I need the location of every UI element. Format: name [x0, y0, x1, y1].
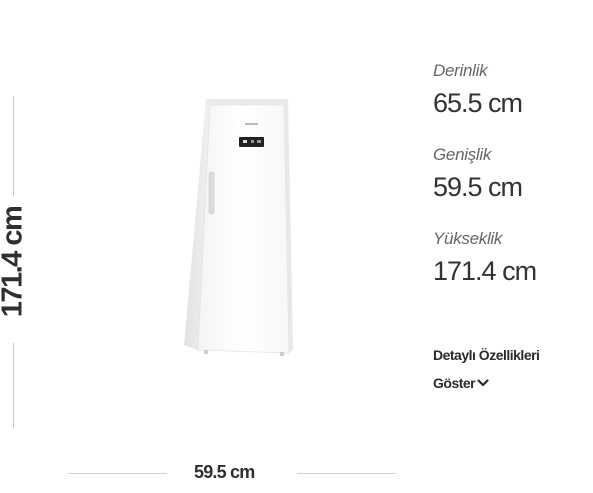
- specs-list: Derinlik 65.5 cm Genişlik 59.5 cm Yüksek…: [433, 60, 593, 312]
- spec-label-height: Yükseklik: [433, 229, 503, 248]
- height-dimension-line-top: [13, 96, 14, 196]
- height-dimension-label: 171.4 cm: [0, 206, 29, 318]
- height-dimension-line-bottom: [13, 343, 14, 428]
- freezer-appliance-icon: [184, 99, 293, 356]
- chevron-down-icon: [477, 379, 489, 387]
- spec-label-depth: Derinlik: [433, 61, 488, 80]
- show-details-line1: Detaylı Özellikleri: [433, 347, 540, 363]
- width-dimension-line-right: [297, 473, 396, 474]
- width-dimension-line-left: [68, 473, 167, 474]
- show-details-label: Göster: [433, 375, 476, 391]
- product-image: [176, 97, 298, 359]
- width-dimension-label: 59.5 cm: [194, 462, 255, 482]
- show-details-line2: Göster: [433, 369, 593, 397]
- show-details-link[interactable]: Detaylı Özellikleri Göster: [433, 341, 593, 397]
- spec-label-width: Genişlik: [433, 145, 492, 164]
- spec-value-width: 59.5 cm: [433, 172, 523, 202]
- spec-value-height: 171.4 cm: [433, 256, 537, 286]
- spec-value-depth: 65.5 cm: [433, 88, 523, 118]
